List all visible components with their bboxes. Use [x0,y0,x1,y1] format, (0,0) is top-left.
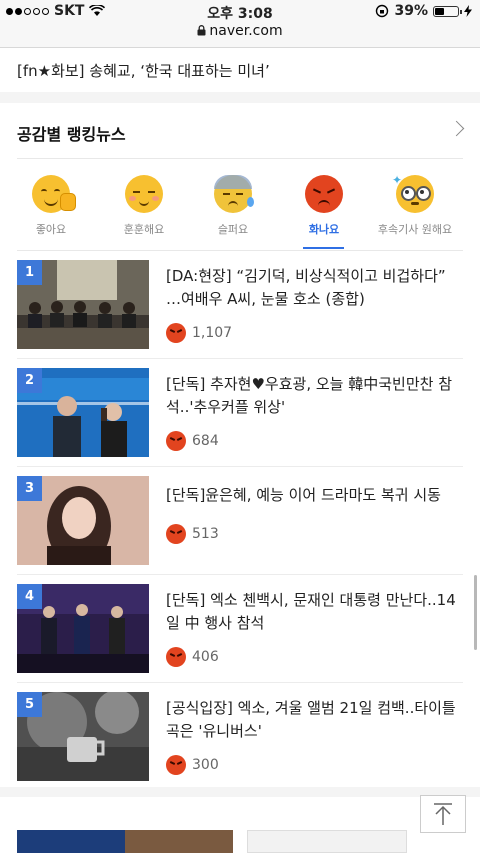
news-thumbnail[interactable]: 1 [17,260,149,349]
news-thumbnail[interactable] [247,830,407,853]
tab-like[interactable]: 좋아요 [11,170,91,250]
news-thumbnail[interactable]: 5 [17,692,149,781]
reaction-tabs: 좋아요 훈훈해요 슬퍼요 화나요 ✦ 후속기사 원해요 [0,170,480,250]
divider [17,158,463,159]
scrollbar[interactable] [474,575,477,650]
list-item[interactable]: 2 [단독] 추자현♥우효광, 오늘 韓中국빈만찬 참석..'추우커플 위상' … [17,359,463,466]
tab-sad[interactable]: 슬퍼요 [193,170,273,250]
count-value: 300 [192,757,219,773]
lock-icon [197,25,206,36]
count-value: 513 [192,526,219,542]
angry-face-icon [166,647,186,667]
battery-icon [433,5,462,17]
tab-angry[interactable]: 화나요 [284,170,364,250]
news-title[interactable]: [DA:현장] “김기덕, 비상식적이고 비겁하다” …여배우 A씨, 눈물 호… [166,265,463,311]
orientation-lock-icon [376,4,389,18]
angry-face-icon [305,175,343,213]
battery-percent: 39% [394,3,428,19]
arrow-up-icon [434,803,452,825]
news-thumbnail[interactable]: 4 [17,584,149,673]
tab-label: 훈훈해요 [123,223,165,236]
tab-warm[interactable]: 훈훈해요 [104,170,184,250]
news-title[interactable]: [단독] 엑소 첸백시, 문재인 대통령 만난다..14일 中 행사 참석 [166,589,463,635]
tab-label: 좋아요 [35,223,67,236]
section-title[interactable]: 공감별 랭킹뉴스 [17,121,126,145]
angry-face-icon [166,323,186,343]
tab-want-more[interactable]: ✦ 후속기사 원해요 [375,170,455,250]
news-thumbnail[interactable] [125,830,233,853]
angry-face-icon [166,755,186,775]
rank-badge: 3 [17,476,42,501]
rank-badge: 2 [17,368,42,393]
list-item[interactable]: 5 [공식입장] 엑소, 겨울 앨범 21일 컴백..타이틀곡은 '유니버스' … [17,683,463,790]
news-thumbnail[interactable]: 2 [17,368,149,457]
like-face-icon [32,175,76,213]
reaction-count: 513 [166,524,219,544]
rank-badge: 1 [17,260,42,285]
count-value: 1,107 [192,325,233,341]
ranking-news-card: 공감별 랭킹뉴스 좋아요 훈훈해요 슬퍼요 화나요 ✦ 후속기사 원해요 1 [… [0,103,480,787]
active-tab-indicator [303,247,344,249]
warm-face-icon [125,175,163,213]
status-right: 39% [375,3,472,19]
rank-badge: 5 [17,692,42,717]
headline-strip[interactable]: [fn★화보] 송혜교, ‘한국 대표하는 미녀’ [0,48,480,92]
next-section-card [0,797,480,853]
count-value: 684 [192,433,219,449]
list-item[interactable]: 1 [DA:현장] “김기덕, 비상식적이고 비겁하다” …여배우 A씨, 눈물… [17,251,463,358]
news-thumbnail[interactable] [17,830,125,853]
want-more-face-icon: ✦ [392,173,434,213]
rank-badge: 4 [17,584,42,609]
list-item[interactable]: 3 [단독]윤은혜, 예능 이어 드라마도 복귀 시동 513 [17,467,463,574]
status-bar: SKT 오후 3:08 39% naver.com [0,0,480,48]
url-text: naver.com [209,23,283,39]
reaction-count: 300 [166,755,219,775]
address-bar[interactable]: naver.com [0,23,480,39]
tab-label: 화나요 [308,223,340,236]
news-title[interactable]: [공식입장] 엑소, 겨울 앨범 21일 컴백..타이틀곡은 '유니버스' [166,697,463,743]
headline-text[interactable]: [fn★화보] 송혜교, ‘한국 대표하는 미녀’ [17,60,270,81]
chevron-right-icon[interactable] [448,120,465,137]
news-title[interactable]: [단독] 추자현♥우효광, 오늘 韓中국빈만찬 참석..'추우커플 위상' [166,373,463,419]
tab-label: 슬퍼요 [217,223,249,236]
angry-face-icon [166,431,186,451]
tab-label: 후속기사 원해요 [377,223,453,236]
angry-face-icon [166,524,186,544]
reaction-count: 1,107 [166,323,232,343]
reaction-count: 684 [166,431,219,451]
charging-icon [464,5,472,17]
news-title[interactable]: [단독]윤은혜, 예능 이어 드라마도 복귀 시동 [166,484,463,507]
list-item[interactable]: 4 [단독] 엑소 첸백시, 문재인 대통령 만난다..14일 中 행사 참석 … [17,575,463,682]
news-thumbnail[interactable]: 3 [17,476,149,565]
scroll-to-top-button[interactable] [420,795,466,833]
count-value: 406 [192,649,219,665]
reaction-count: 406 [166,647,219,667]
sad-face-icon [214,175,254,213]
